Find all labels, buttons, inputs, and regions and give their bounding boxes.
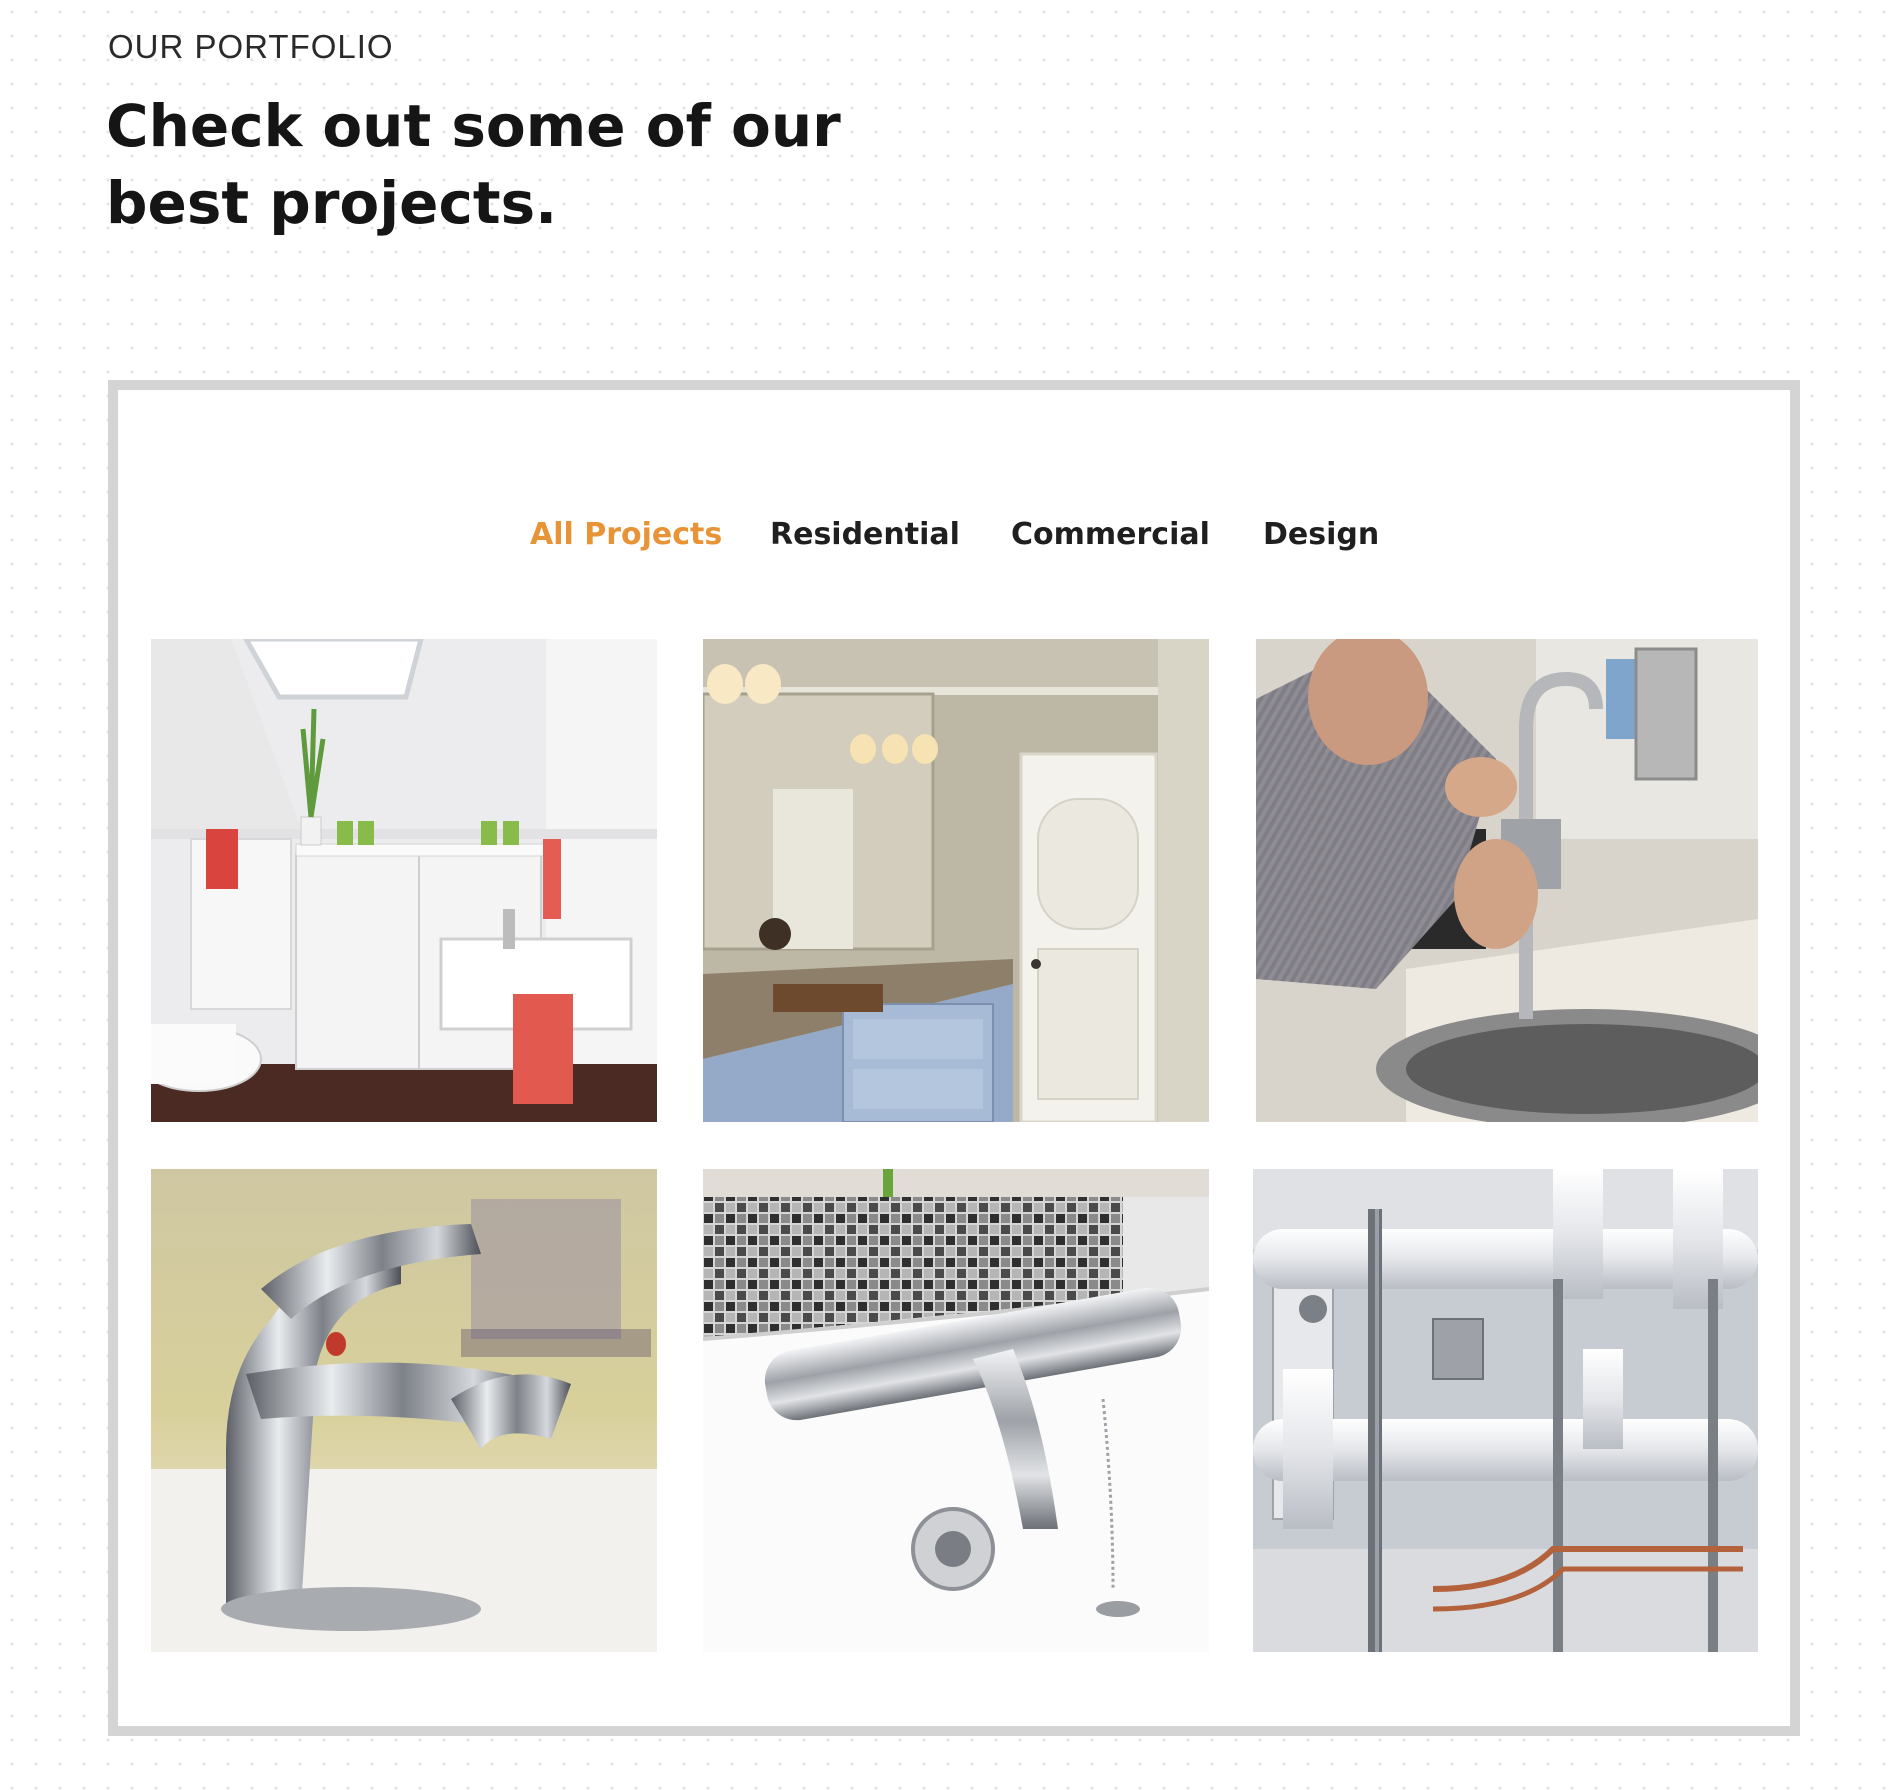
vanity-bathroom-photo xyxy=(703,639,1209,1122)
portfolio-item-bathtub-mixer[interactable] xyxy=(703,1169,1209,1652)
portfolio-item-plumber-faucet[interactable] xyxy=(1256,639,1758,1122)
portfolio-filter-nav: All Projects Residential Commercial Desi… xyxy=(118,510,1790,560)
filter-design[interactable]: Design xyxy=(1263,510,1379,560)
portfolio-item-attic-bathroom[interactable] xyxy=(151,639,657,1122)
bathtub-mixer-photo xyxy=(703,1169,1209,1652)
portfolio-item-commercial-piping[interactable] xyxy=(1253,1169,1758,1652)
section-eyebrow: OUR PORTFOLIO xyxy=(108,28,394,65)
section-headline: Check out some of our best projects. xyxy=(106,92,841,237)
portfolio-gallery: All Projects Residential Commercial Desi… xyxy=(108,380,1800,1736)
portfolio-item-chrome-faucet[interactable] xyxy=(151,1169,657,1652)
chrome-faucet-photo xyxy=(151,1169,657,1652)
filter-all-projects[interactable]: All Projects xyxy=(530,510,722,560)
filter-commercial[interactable]: Commercial xyxy=(1011,510,1210,560)
commercial-piping-photo xyxy=(1253,1169,1758,1652)
plumber-faucet-photo xyxy=(1256,639,1758,1122)
attic-bathroom-photo xyxy=(151,639,657,1122)
filter-residential[interactable]: Residential xyxy=(770,510,960,560)
portfolio-item-vanity-bathroom[interactable] xyxy=(703,639,1209,1122)
